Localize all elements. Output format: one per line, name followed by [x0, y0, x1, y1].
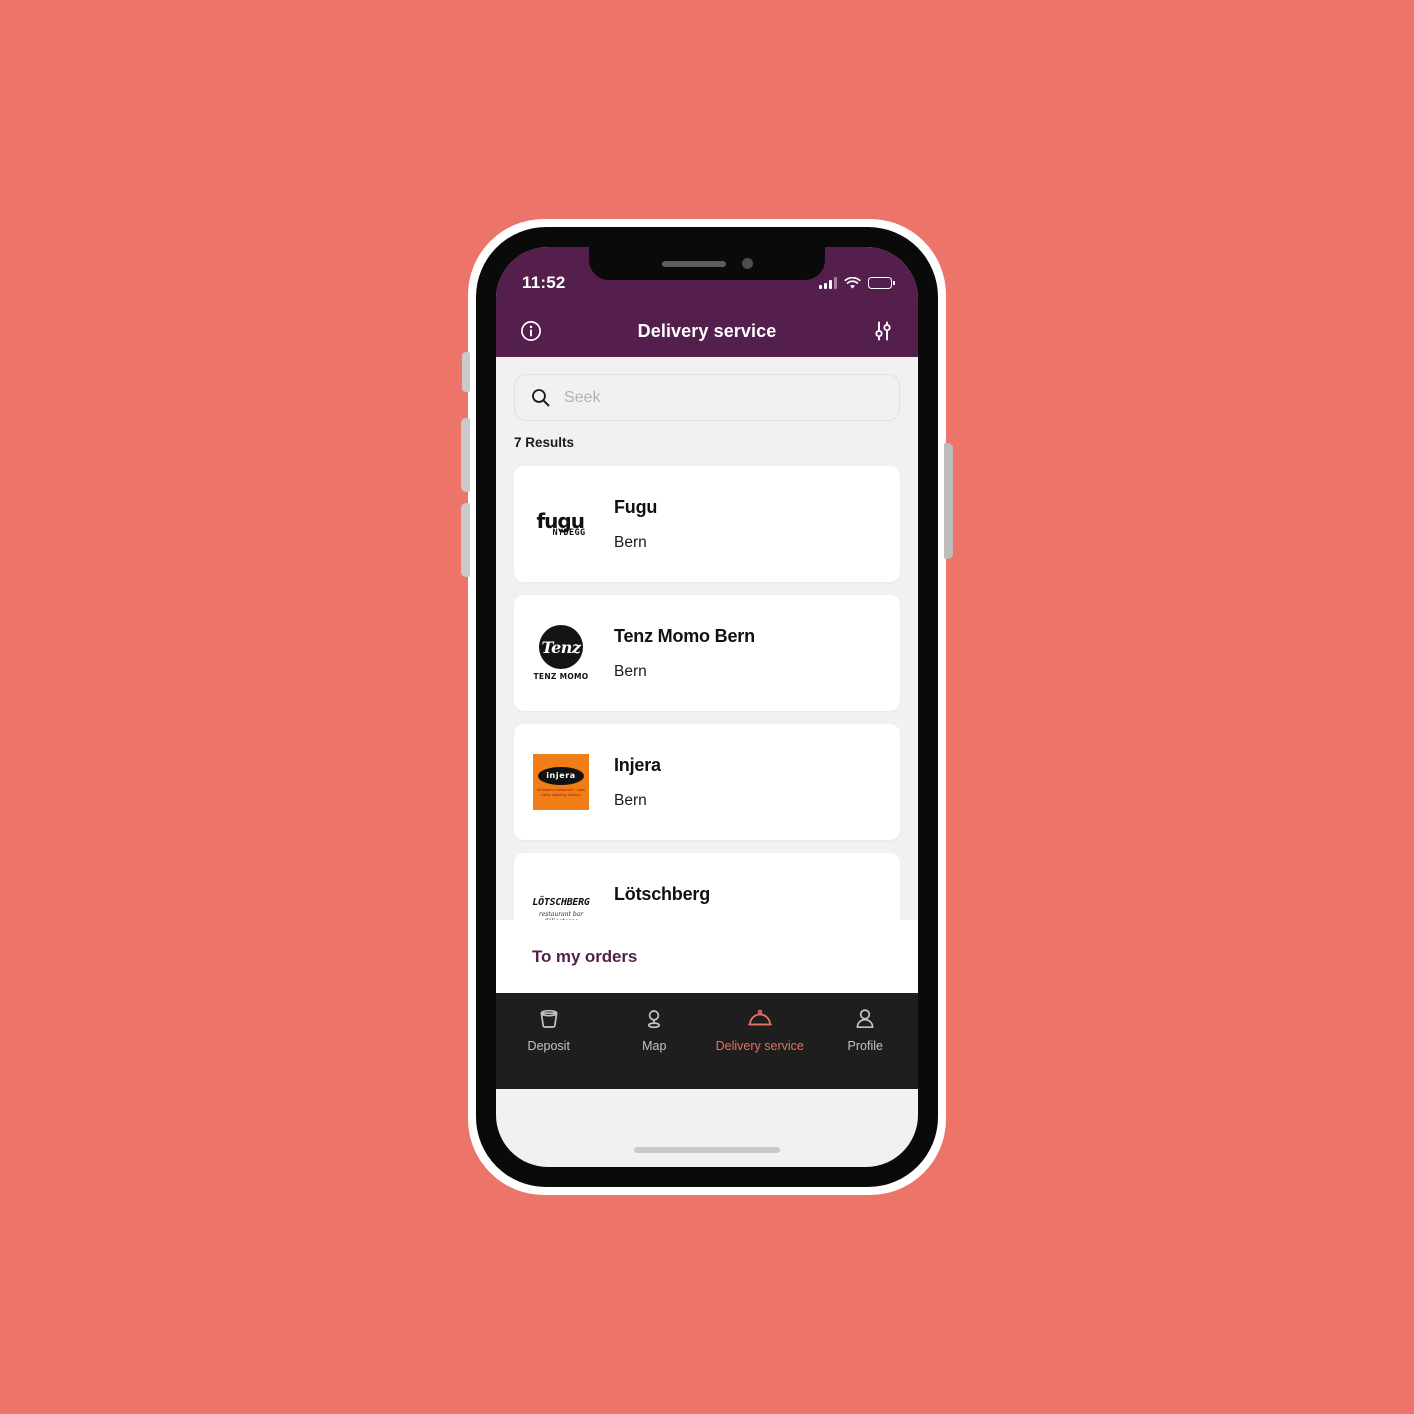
- restaurant-card[interactable]: fugu NYDEGG Fugu Bern: [514, 466, 900, 582]
- restaurant-info: Injera Bern: [614, 755, 661, 810]
- tab-label: Delivery service: [715, 1039, 804, 1053]
- logo-secondary-text: NYDEGG: [552, 527, 586, 538]
- restaurant-card[interactable]: Tenz TENZ MOMO Tenz Momo Bern Bern: [514, 595, 900, 711]
- person-icon: [853, 1007, 877, 1031]
- restaurant-logo-tenz-momo: Tenz TENZ MOMO: [530, 622, 592, 684]
- cellular-signal-icon: [819, 277, 837, 289]
- to-my-orders-link[interactable]: To my orders: [532, 947, 637, 967]
- logo-primary-text: LÖTSCHBERG: [532, 896, 590, 908]
- front-camera-icon: [741, 258, 753, 269]
- tab-label: Deposit: [527, 1039, 570, 1053]
- earpiece-speaker-icon: [661, 260, 726, 267]
- search-icon: [532, 389, 550, 407]
- restaurant-name: Fugu: [614, 496, 658, 517]
- restaurant-info: Fugu Bern: [614, 497, 657, 552]
- bottom-tab-bar: Deposit Map Delivery service Profile: [496, 993, 918, 1089]
- restaurant-name: Lötschberg: [614, 883, 711, 904]
- wifi-icon: [844, 276, 861, 289]
- restaurant-city: Bern: [614, 662, 647, 680]
- volume-up-button[interactable]: [461, 418, 470, 492]
- logo-primary-text: injera: [538, 766, 584, 785]
- logo-secondary-text: restaurant bar délicatessa: [538, 910, 584, 920]
- search-wrapper: [514, 357, 900, 421]
- device-notch: [589, 247, 825, 280]
- tab-label: Profile: [847, 1039, 883, 1053]
- results-count: 7 Results: [514, 435, 575, 450]
- restaurant-logo-lotschberg: LÖTSCHBERG restaurant bar délicatessa: [530, 880, 592, 920]
- restaurant-card[interactable]: LÖTSCHBERG restaurant bar délicatessa Lö…: [514, 853, 900, 920]
- info-circle-icon[interactable]: [518, 318, 544, 344]
- tab-deposit[interactable]: Deposit: [499, 1007, 599, 1053]
- logo-secondary-text: ethiopian restaurant · take away caterin…: [537, 787, 585, 797]
- restaurant-logo-fugu: fugu NYDEGG: [530, 493, 592, 555]
- tab-delivery-service[interactable]: Delivery service: [710, 1007, 810, 1053]
- map-pin-icon: [642, 1007, 666, 1031]
- orders-bar: To my orders: [496, 920, 918, 993]
- food-cloche-icon: [747, 1007, 773, 1031]
- tab-map[interactable]: Map: [604, 1007, 704, 1053]
- screenshot-stage: 11:52 Delivery service Seek 7 Results fu…: [0, 0, 1414, 1414]
- tab-profile[interactable]: Profile: [815, 1007, 915, 1053]
- filter-sliders-icon[interactable]: [870, 318, 896, 344]
- results-scroll-area[interactable]: 7 Results fugu NYDEGG Fugu Bern: [496, 357, 918, 920]
- restaurant-card[interactable]: injera ethiopian restaurant · take away …: [514, 724, 900, 840]
- tab-label: Map: [642, 1039, 667, 1053]
- home-indicator[interactable]: [634, 1147, 780, 1153]
- restaurant-name: Injera: [614, 754, 661, 775]
- restaurant-city: Bern: [614, 791, 647, 809]
- app-header: Delivery service: [496, 305, 918, 357]
- status-icons: [819, 276, 895, 290]
- restaurant-name: Tenz Momo Bern: [614, 625, 755, 646]
- cup-deposit-icon: [537, 1007, 561, 1031]
- restaurant-info: Tenz Momo Bern Bern: [614, 626, 755, 681]
- search-input[interactable]: [564, 388, 883, 407]
- restaurant-info: Lötschberg Bern: [614, 884, 710, 921]
- phone-screen: 11:52 Delivery service Seek 7 Results fu…: [496, 247, 918, 1167]
- power-button[interactable]: [944, 443, 953, 559]
- search-box[interactable]: [514, 374, 900, 421]
- status-time: 11:52: [522, 273, 566, 292]
- silent-switch-button[interactable]: [462, 352, 470, 392]
- logo-primary-text: Tenz: [538, 625, 583, 669]
- logo-secondary-text: TENZ MOMO: [533, 672, 589, 681]
- restaurant-logo-injera: injera ethiopian restaurant · take away …: [530, 751, 592, 813]
- page-title: Delivery service: [637, 320, 777, 341]
- restaurant-city: Bern: [614, 533, 647, 551]
- battery-icon: [868, 277, 895, 289]
- volume-down-button[interactable]: [461, 503, 470, 577]
